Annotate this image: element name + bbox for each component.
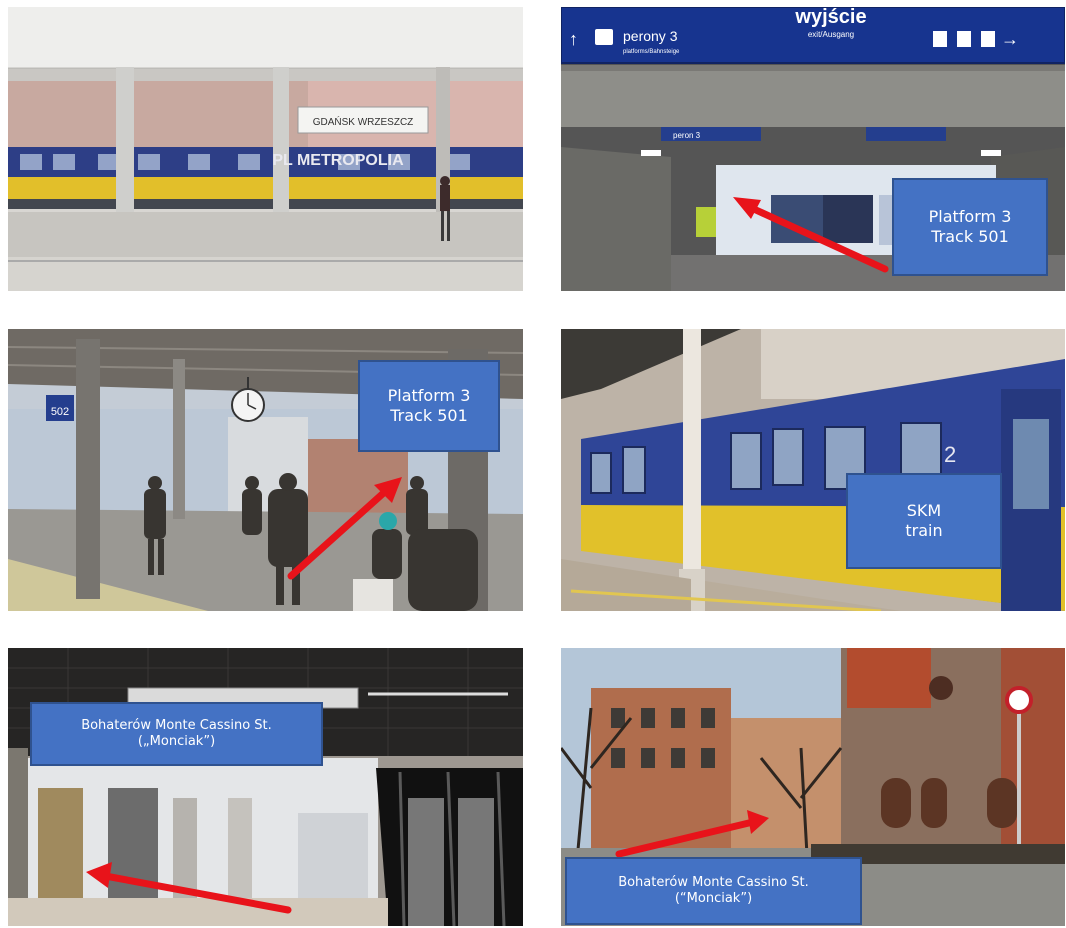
callout-platform-3-underpass: Platform 3 Track 501 [892,178,1048,276]
callout-monciak-street: Bohaterów Monte Cassino St. (“Monciak”) [565,857,862,925]
exit-sign-subtitle: exit/Ausgang [808,30,854,39]
callout-line-2: („Monciak”) [137,734,216,749]
callout-monciak-hall: Bohaterów Monte Cassino St. („Monciak”) [30,702,323,766]
callout-line-1: Platform 3 [928,207,1012,226]
track-502-sign: 502 [51,406,69,418]
car-number: 2 [944,442,956,467]
photo-station-hall-escalators [8,648,523,926]
callout-line-1: Bohaterów Monte Cassino St. [618,874,809,890]
exit-sign-title: wyjście [794,7,866,28]
svg-text:→: → [1001,29,1019,49]
callout-line-2: Track 501 [931,227,1009,246]
perony-sign-subtext: platforms/Bahnsteige [623,49,680,55]
callout-skm-train: SKM train [846,473,1002,569]
peron-small-sign: peron 3 [673,131,701,140]
callout-line-2: train [905,521,943,540]
svg-text:↑: ↑ [569,29,578,49]
station-name-sign: GDAŃSK WRZESZCZ [313,115,414,128]
perony-sign-text: perony 3 [623,28,678,44]
photo-platform-station-sign: GDAŃSK WRZESZCZ PL METROPOLIA [8,7,523,291]
metropolia-banner: PL METROPOLIA [272,152,404,169]
callout-line-1: Platform 3 [387,386,471,405]
callout-line-2: Track 501 [390,406,468,425]
callout-line-1: SKM [906,501,942,520]
callout-platform-3-canopy: Platform 3 Track 501 [358,360,500,452]
callout-line-2: (“Monciak”) [674,891,753,906]
callout-line-1: Bohaterów Monte Cassino St. [81,717,272,733]
